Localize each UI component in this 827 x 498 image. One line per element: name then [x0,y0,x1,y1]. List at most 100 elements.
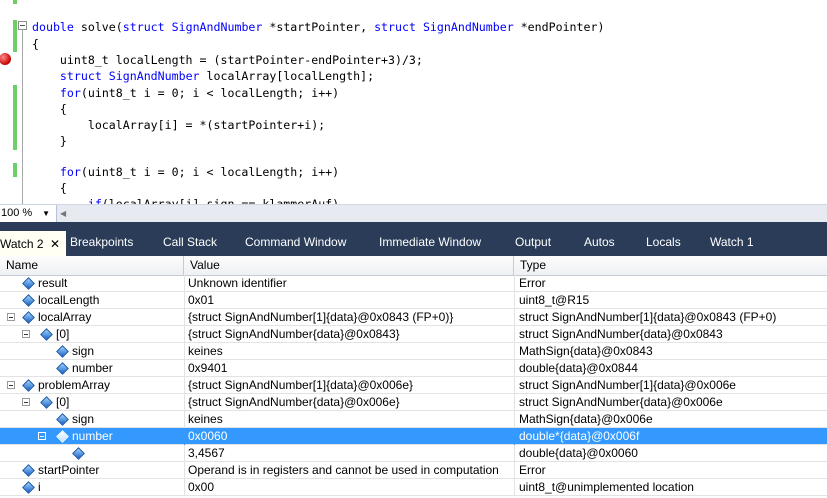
watch-name: sign [72,344,95,358]
watch-value[interactable]: 3,4567 [184,445,514,462]
variable-icon [58,363,67,373]
tab-output[interactable]: Output [515,232,551,252]
watch-name: localArray [38,310,92,324]
watch-row[interactable]: sign keines MathSign{data}@0x0843 [0,343,827,360]
tab-autos[interactable]: Autos [584,232,615,252]
collapse-outline-icon[interactable] [18,21,27,30]
keyword-token: for [59,165,81,179]
watch-name: startPointer [38,463,100,477]
watch-name: i [38,480,41,494]
watch-type: struct SignAndNumber{data}@0x006e [514,394,827,411]
tab-locals[interactable]: Locals [646,232,681,252]
code-token: { [32,181,67,195]
tab-breakpoints[interactable]: Breakpoints [70,232,133,252]
tab-watch-1[interactable]: Watch 1 [710,232,754,252]
watch-row[interactable]: startPointer Operand is in registers and … [0,462,827,479]
watch-value[interactable]: 0x9401 [184,360,514,377]
watch-row[interactable]: localLength 0x01 uint8_t@R15 [0,292,827,309]
watch-row[interactable]: i 0x00 uint8_t@unimplemented location [0,479,827,496]
collapse-icon[interactable] [38,432,46,440]
code-line[interactable]: } [32,133,67,149]
tab-watch-2[interactable]: Watch 2 ✕ [0,231,66,256]
code-line[interactable]: for(uint8_t i = 0; i < localLength; i++) [32,85,339,101]
watch-row[interactable]: [0] {struct SignAndNumber{data}@0x0843} st… [0,326,827,343]
code-line[interactable]: uint8_t localLength = (startPointer-endP… [32,52,423,68]
watch-row[interactable]: number 0x0060 double*{data}@0x006f [0,428,827,445]
code-token: localArray[localLength]; [199,69,375,83]
watch-name-cell: localArray [0,309,184,326]
column-header-value[interactable]: Value [184,256,514,275]
watch-value[interactable]: 0x01 [184,292,514,309]
keyword-token: struct [122,20,165,34]
code-token: solve( [73,20,123,34]
breakpoint-icon[interactable] [0,53,11,65]
watch-type: uint8_t@unimplemented location [514,479,827,496]
tab-command-window[interactable]: Command Window [245,232,346,252]
code-token: uint8_t localLength = (startPointer-endP… [32,53,423,67]
zoom-dropdown[interactable]: 100 % ▼ [0,205,57,222]
watch-value[interactable]: {struct SignAndNumber{data}@0x006e} [184,394,514,411]
watch-name: problemArray [38,378,111,392]
watch-name: result [38,276,68,290]
column-header-name[interactable]: Name [0,256,184,275]
collapse-icon[interactable] [7,313,15,321]
code-line[interactable]: { [32,101,67,117]
watch-type: double*{data}@0x006f [514,428,827,445]
collapse-icon[interactable] [22,398,30,406]
watch-row[interactable]: 3,4567 double{data}@0x0060 [0,445,827,462]
variable-icon [24,380,33,390]
change-marker [13,163,17,177]
watch-value[interactable]: {struct SignAndNumber{data}@0x0843} [184,326,514,343]
watch-value[interactable]: {struct SignAndNumber[1]{data}@0x0843 (F… [184,309,514,326]
grid-header: Name Value Type [0,256,827,276]
watch-value[interactable]: Unknown identifier [184,275,514,292]
watch-name-cell: result [0,275,184,292]
zoom-value: 100 % [1,207,33,219]
scroll-left-icon[interactable]: ◀ [60,205,66,222]
watch-value[interactable]: Operand is in registers and cannot be us… [184,462,514,479]
watch-value[interactable]: keines [184,411,514,428]
keyword-token: struct [374,20,416,34]
watch-row[interactable]: sign keines MathSign{data}@0x006e [0,411,827,428]
watch-type: struct SignAndNumber[1]{data}@0x0843 (FP… [514,309,827,326]
watch-value[interactable]: {struct SignAndNumber[1]{data}@0x006e} [184,377,514,394]
watch-row[interactable]: [0] {struct SignAndNumber{data}@0x006e} st… [0,394,827,411]
watch-name-cell: number [0,360,184,377]
code-line[interactable]: { [32,180,67,196]
collapse-icon[interactable] [7,381,15,389]
code-line[interactable]: double solve(struct SignAndNumber *start… [32,19,604,35]
close-icon[interactable]: ✕ [50,233,60,255]
code-editor[interactable]: double solve(struct SignAndNumber *start… [0,0,827,204]
watch-value[interactable]: keines [184,343,514,360]
watch-name: [0] [56,395,70,409]
change-marker [13,85,17,150]
change-marker [13,0,17,4]
column-header-type[interactable]: Type [514,256,827,275]
code-line[interactable]: localArray[i] = *(startPointer+i); [32,117,325,133]
watch-row[interactable]: problemArray {struct SignAndNumber[1]{dat… [0,377,827,394]
variable-icon [58,431,67,441]
tab-call-stack[interactable]: Call Stack [163,232,217,252]
chevron-down-icon[interactable]: ▼ [42,205,50,222]
tab-immediate-window[interactable]: Immediate Window [379,232,481,252]
watch-row[interactable]: number 0x9401 double{data}@0x0844 [0,360,827,377]
watch-grid: Name Value Type result Unknown identifier… [0,256,827,498]
watch-name-cell: startPointer [0,462,184,479]
code-line[interactable]: if(localArray[i].sign == klammerAuf) [32,196,339,204]
variable-icon [74,448,83,458]
watch-name-cell: i [0,479,184,496]
watch-value[interactable]: 0x0060 [184,428,514,445]
code-line[interactable]: struct SignAndNumber localArray[localLen… [32,68,374,84]
code-line[interactable]: for(uint8_t i = 0; i < localLength; i++) [32,164,339,180]
watch-row[interactable]: result Unknown identifier Error [0,275,827,292]
watch-value[interactable]: 0x00 [184,479,514,496]
watch-row[interactable]: localArray {struct SignAndNumber[1]{data}… [0,309,827,326]
variable-icon [42,329,51,339]
code-line[interactable]: { [32,36,39,52]
watch-name-cell: [0] [0,394,184,411]
collapse-icon[interactable] [22,330,30,338]
